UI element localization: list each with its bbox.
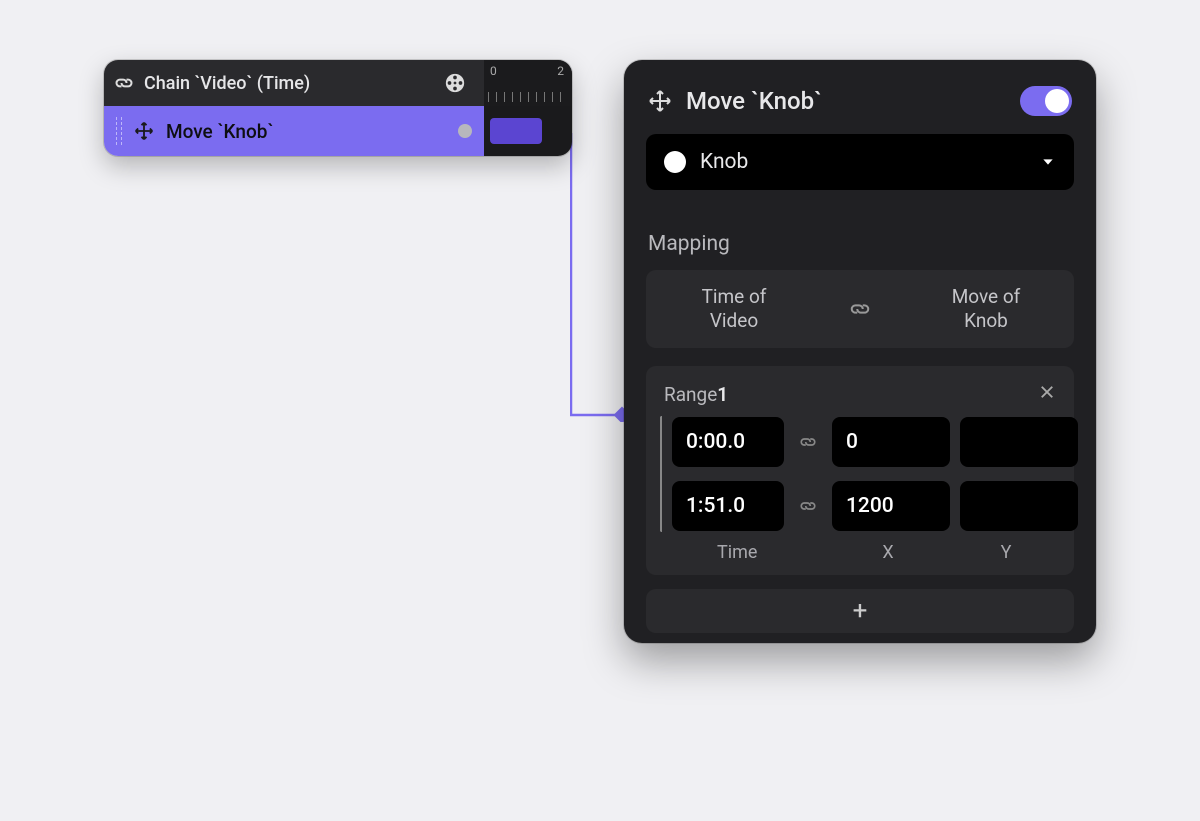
range-panel: Range1 0:00.0 0 xyxy=(646,366,1074,575)
mapping-section-title: Mapping xyxy=(648,232,1074,256)
chain-link-icon xyxy=(840,298,880,320)
range-remove-button[interactable] xyxy=(1038,382,1056,406)
range-time-input[interactable]: 0:00.0 xyxy=(672,417,784,467)
range-row: 0:00.0 0 xyxy=(672,417,1078,467)
chain-title-area[interactable]: Chain `Video` (Time) xyxy=(104,60,484,106)
range-label: Range1 xyxy=(664,383,728,406)
chain-title-text: Chain `Video` (Time) xyxy=(144,73,310,94)
mapping-source: Time of Video xyxy=(664,285,804,333)
timeline-range-block[interactable] xyxy=(490,118,542,144)
ruler-tick-0: 0 xyxy=(490,64,497,78)
target-label: Knob xyxy=(700,150,748,174)
range-time-input[interactable]: 1:51.0 xyxy=(672,481,784,531)
timeline-ruler[interactable]: 0 2 xyxy=(484,60,572,106)
chain-link-icon xyxy=(794,497,822,515)
connector-line xyxy=(570,132,630,422)
range-bracket-icon xyxy=(660,416,662,532)
drag-handle-icon[interactable] xyxy=(116,117,122,145)
chain-link-icon xyxy=(794,433,822,451)
mapping-destination: Move of Knob xyxy=(916,285,1056,333)
inspector-panel: Move `Knob` Knob Mapping Time of Video M… xyxy=(624,60,1096,643)
add-range-button[interactable]: + xyxy=(646,589,1074,633)
range-row: 1:51.0 1200 xyxy=(672,481,1078,531)
enabled-toggle[interactable] xyxy=(1020,86,1072,116)
chain-node-panel: Chain `Video` (Time) 0 2 xyxy=(104,60,572,156)
chain-node-header: Chain `Video` (Time) 0 2 xyxy=(104,60,572,106)
inspector-title: Move `Knob` xyxy=(686,87,1006,115)
chain-step-title: Move `Knob` xyxy=(166,120,274,143)
target-shape-icon xyxy=(664,151,686,173)
chain-step-row[interactable]: Move `Knob` xyxy=(104,106,572,156)
chevron-down-icon xyxy=(1040,154,1056,170)
film-reel-icon xyxy=(442,70,468,96)
range-x-input[interactable]: 1200 xyxy=(832,481,950,531)
timeline-track[interactable] xyxy=(484,106,572,156)
chain-link-icon xyxy=(114,73,134,93)
ruler-ticks xyxy=(488,92,568,102)
range-y-input[interactable] xyxy=(960,417,1078,467)
range-x-input[interactable]: 0 xyxy=(832,417,950,467)
move-icon xyxy=(134,121,154,141)
target-select[interactable]: Knob xyxy=(646,134,1074,190)
range-y-input[interactable] xyxy=(960,481,1078,531)
mapping-summary[interactable]: Time of Video Move of Knob xyxy=(646,270,1074,348)
ruler-tick-2: 2 xyxy=(557,64,564,78)
range-column-labels: Time X Y xyxy=(660,542,1060,563)
move-icon xyxy=(648,89,672,113)
status-dot-icon xyxy=(458,124,472,138)
